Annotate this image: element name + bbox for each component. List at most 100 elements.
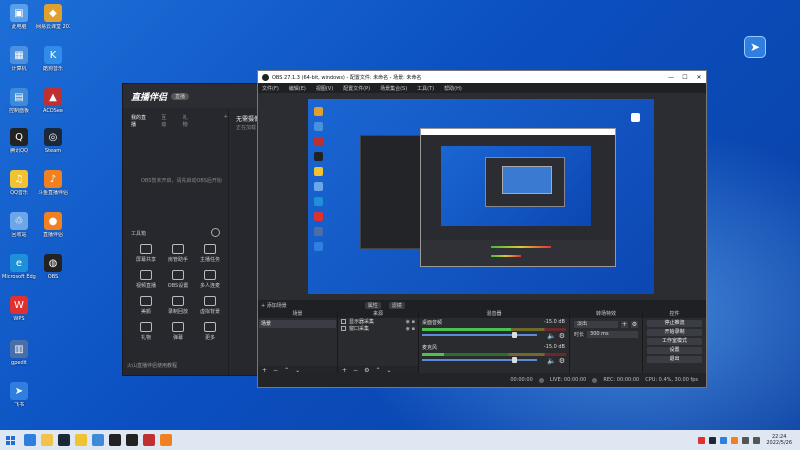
menu-help[interactable]: 帮助(H) [444, 85, 462, 92]
desktop-icon[interactable]: ▣ 此电脑 [2, 4, 36, 30]
desktop-icon[interactable]: ◆ 网易云课堂 2022 [36, 4, 70, 30]
app-icon: ♪ [44, 170, 62, 188]
tool-label: 弹幕 [172, 335, 183, 341]
menu-scene-collection[interactable]: 场景集合(S) [380, 85, 407, 92]
maximize-icon[interactable]: ☐ [678, 74, 692, 81]
toolbox-item[interactable]: 美颜 [131, 296, 161, 315]
properties-button[interactable]: 属性 [364, 301, 381, 309]
transition-select[interactable]: 淡出 [574, 321, 618, 328]
filters-button[interactable]: 滤镜 [388, 301, 405, 309]
desktop-icon[interactable]: Q 腾讯QQ [2, 128, 36, 154]
source-item[interactable]: 窗口采集 ◉ ▪ [338, 325, 418, 332]
tutorial-link[interactable]: 火山直播伴侣使用教程 [127, 362, 177, 369]
taskbar-qqmusic-icon[interactable] [75, 434, 87, 446]
taskbar-acdsee-icon[interactable] [143, 434, 155, 446]
tray-steam-icon[interactable] [709, 436, 717, 444]
gear-icon[interactable]: ⚙ [559, 332, 565, 340]
slider-handle[interactable] [511, 332, 517, 338]
feishu-floating-icon[interactable]: ➤ [744, 36, 766, 58]
source-item[interactable]: 显示器采集 ◉ ▪ [338, 318, 418, 325]
live-badge[interactable]: 直播 [171, 92, 190, 100]
toolbox-item[interactable]: 房管助手 [163, 244, 193, 263]
start-recording-button[interactable]: 开始录制 [647, 329, 702, 336]
tab-gift[interactable]: 礼物 [183, 114, 192, 128]
tab-my-live[interactable]: 我的直播 [131, 114, 149, 128]
menu-profile[interactable]: 配置文件(P) [343, 85, 370, 92]
speaker-icon[interactable]: 🔈 [547, 357, 556, 365]
toolbox-item[interactable]: 多人连麦 [195, 270, 225, 289]
taskbar-folder-icon[interactable] [41, 434, 53, 446]
controls-dock: 控件 停止推流 开始录制 工作室模式 设置 退出 [643, 310, 706, 374]
taskbar-feishu-icon[interactable] [24, 434, 36, 446]
desktop-icon[interactable]: ▥ gpedit [2, 340, 36, 366]
duration-input[interactable]: 300 ms [587, 331, 638, 338]
taskbar-obs-icon[interactable] [126, 434, 138, 446]
slider-handle[interactable] [511, 357, 517, 363]
app-icon: ▲ [44, 88, 62, 106]
menu-tools[interactable]: 工具(T) [417, 85, 434, 92]
gear-icon[interactable]: ⚙ [559, 357, 565, 365]
scene-item[interactable]: 场景 [259, 320, 336, 328]
taskbar-steam-icon[interactable] [58, 434, 70, 446]
desktop-icon[interactable]: ▲ ACDSee [36, 88, 70, 114]
volume-meter [422, 353, 566, 356]
menu-edit[interactable]: 编辑(E) [289, 85, 306, 92]
studio-mode-button[interactable]: 工作室模式 [647, 338, 702, 345]
add-transition-icon[interactable]: + [621, 321, 628, 328]
tab-interact[interactable]: 互动 [161, 114, 170, 128]
volume-slider[interactable] [422, 357, 538, 363]
toolbox-item[interactable]: 屏幕共享 [131, 244, 161, 263]
desktop-icon[interactable]: K 酷狗音乐 [36, 46, 70, 72]
desktop-icon[interactable]: ♲ 回收站 [2, 212, 36, 238]
windows-icon [5, 435, 15, 445]
gear-icon[interactable]: ⚙ [631, 321, 638, 328]
preview-canvas[interactable] [308, 99, 654, 294]
tray-feishu-icon[interactable] [720, 436, 728, 444]
desktop-icon[interactable]: ● 直播伴侣 [36, 212, 70, 238]
toolbox-item[interactable]: 虚拟背景 [195, 296, 225, 315]
app-icon: e [10, 254, 28, 272]
visibility-icon[interactable]: ◉ ▪ [406, 319, 415, 325]
taskbar-qq-icon[interactable] [109, 434, 121, 446]
tool-icon [204, 322, 216, 332]
network-icon[interactable] [742, 436, 750, 444]
add-scene-button[interactable]: + 添加场景 [261, 302, 287, 309]
speaker-icon[interactable]: 🔈 [547, 332, 556, 340]
desktop-icon[interactable]: ♫ QQ音乐 [2, 170, 36, 196]
taskbar-settings-icon[interactable] [92, 434, 104, 446]
toolbox-item[interactable]: 弹幕 [163, 322, 193, 341]
minimize-icon[interactable]: — [664, 74, 678, 81]
taskbar-live-icon[interactable] [160, 434, 172, 446]
obs-docks: 场景 场景 + − ⌃ ⌄ 来源 显示器采集 ◉ ▪ 窗口采集 ◉ ▪ + − … [258, 310, 706, 374]
desktop-icon[interactable]: ▦ 计算机 [2, 46, 36, 72]
menu-view[interactable]: 视图(V) [316, 85, 333, 92]
desktop-icon[interactable]: W WPS [2, 296, 36, 322]
menu-file[interactable]: 文件(F) [262, 85, 279, 92]
stop-streaming-button[interactable]: 停止推流 [647, 320, 702, 327]
desktop-icon[interactable]: ◎ Steam [36, 128, 70, 154]
clock[interactable]: 22:24 2022/5/26 [766, 434, 792, 446]
volume-icon[interactable] [753, 436, 761, 444]
toolbox-item[interactable]: 更多 [195, 322, 225, 341]
volume-slider[interactable] [422, 332, 538, 338]
desktop-icon[interactable]: ▤ 控制面板 [2, 88, 36, 114]
toolbox-item[interactable]: 录制回放 [163, 296, 193, 315]
toolbox-item[interactable]: 视频直播 [131, 270, 161, 289]
toolbox-item[interactable]: 主播任务 [195, 244, 225, 263]
exit-button[interactable]: 退出 [647, 356, 702, 363]
tray-live-icon[interactable] [731, 436, 739, 444]
toolbox-item[interactable]: 礼物 [131, 322, 161, 341]
settings-button[interactable]: 设置 [647, 347, 702, 354]
toolbox-settings-icon[interactable] [211, 228, 220, 237]
desktop-icon[interactable]: e Microsoft Edge [2, 254, 36, 280]
add-tab-button[interactable]: + [224, 114, 228, 128]
close-icon[interactable]: ✕ [692, 74, 706, 81]
toolbox-item[interactable]: OBS设置 [163, 270, 193, 289]
tool-icon [172, 244, 184, 254]
desktop-icon[interactable]: ♪ 斗鱼直播伴侣 [36, 170, 70, 196]
tray-app-icon[interactable] [698, 436, 706, 444]
desktop-icon[interactable]: ➤ 飞书 [2, 382, 36, 408]
visibility-icon[interactable]: ◉ ▪ [406, 326, 415, 332]
desktop-icon[interactable]: ◍ OBS [36, 254, 70, 280]
start-button[interactable] [0, 435, 20, 445]
